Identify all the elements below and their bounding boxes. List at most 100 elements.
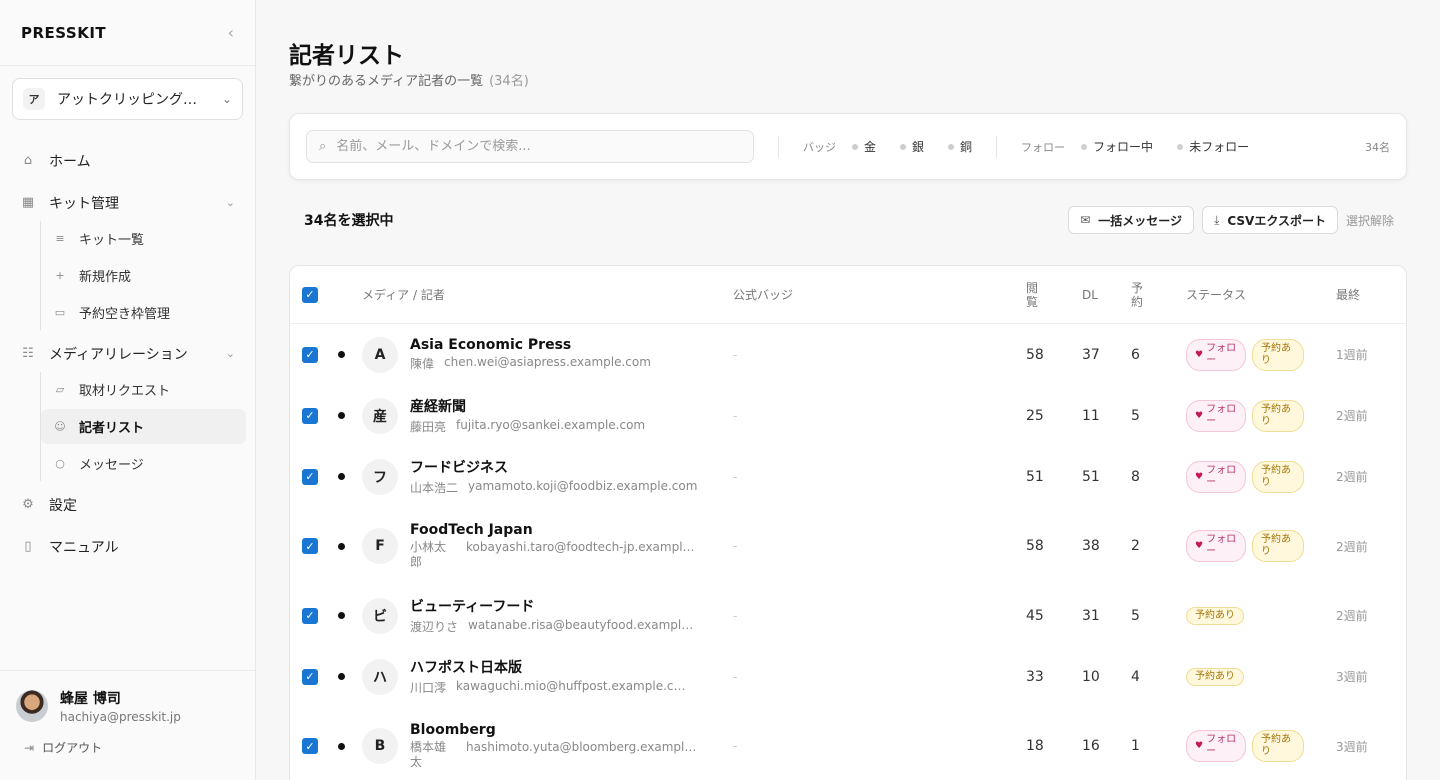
table-row[interactable]: ✓ フフードビジネス 山本浩二 yamamoto.koji@foodbiz.examp…: [290, 446, 1406, 507]
chip-label: フォロー中: [1093, 140, 1154, 154]
dl-cell: 10: [1082, 668, 1100, 685]
gear-icon: ⚙: [22, 497, 34, 512]
reserved-pill: 予約あり: [1252, 530, 1304, 562]
chevron-left-icon[interactable]: ‹: [228, 23, 234, 42]
sidebar-item-label: ホーム: [49, 153, 91, 170]
table-row[interactable]: ✓ A Asia Economic Press 陳偉 chen.wei@asiapres…: [290, 324, 1406, 385]
sidebar-item-label: キット管理: [49, 195, 119, 212]
col-reservations[interactable]: 予 約: [1131, 266, 1143, 324]
sidebar-item-reporters[interactable]: ☺ 記者リスト: [41, 409, 246, 444]
sidebar-item-manual[interactable]: ▯ マニュアル: [0, 528, 255, 565]
last-activity-cell: 3週前: [1336, 739, 1368, 754]
reporter-name: 小林太郎: [410, 540, 447, 569]
filter-following[interactable]: フォロー中: [1081, 138, 1153, 155]
reservations-cell: 2: [1131, 538, 1140, 554]
org-switcher[interactable]: ア アットクリッピング株式会社 ⌄: [12, 78, 243, 120]
clear-selection-button[interactable]: 選択解除: [1346, 212, 1394, 229]
col-dl[interactable]: DL: [1082, 266, 1098, 324]
row-checkbox[interactable]: ✓: [302, 346, 318, 363]
reporter-email: fujita.ryo@sankei.example.com: [456, 418, 646, 432]
csv-export-button[interactable]: ⤓ CSVエクスポート: [1202, 206, 1338, 234]
filter-badge-bronze[interactable]: 銅: [948, 138, 972, 155]
table-row[interactable]: ✓ 産産経新聞 藤田亮 fujita.ryo@sankei.example.com - 2…: [290, 385, 1406, 446]
sidebar-item-label: 新規作成: [79, 270, 132, 285]
logout-button[interactable]: ⇥ ログアウト: [0, 724, 255, 756]
media-name[interactable]: ハフポスト日本版: [410, 657, 688, 677]
sidebar-item-label: メッセージ: [79, 458, 144, 473]
media-name[interactable]: 産経新聞: [410, 396, 645, 416]
pill-label: フォロー: [1206, 342, 1237, 366]
table-row[interactable]: ✓ ビビューティーフード 渡辺りさ watanabe.risa@beautyfood.…: [290, 585, 1406, 646]
list-icon: ≡: [55, 232, 65, 245]
bulk-message-button[interactable]: ✉ 一括メッセージ: [1068, 206, 1195, 234]
grid-icon: ▦: [21, 195, 35, 210]
status-dot: [338, 612, 345, 619]
col-views[interactable]: 閲 覧: [1026, 266, 1038, 324]
pill-label: 予約あり: [1261, 734, 1291, 757]
row-checkbox[interactable]: ✓: [302, 538, 318, 554]
reservations-cell: 5: [1131, 407, 1140, 424]
row-checkbox[interactable]: ✓: [302, 407, 318, 424]
chevron-down-icon: ⌄: [221, 92, 232, 106]
user-name: 蜂屋 博司: [60, 691, 121, 707]
user-profile[interactable]: 蜂屋 博司 hachiya@presskit.jp: [0, 671, 255, 724]
sidebar-item-messages[interactable]: ○ メッセージ: [41, 446, 246, 481]
filter-badge-gold[interactable]: 金: [852, 138, 876, 155]
views-cell: 58: [1026, 346, 1044, 363]
media-name[interactable]: FoodTech Japan: [410, 522, 698, 538]
table-row[interactable]: ✓ ハハフポスト日本版 川口澪 kawaguchi.mio@huffpost.exam…: [290, 646, 1406, 707]
sidebar-item-home[interactable]: ⌂ ホーム: [0, 142, 255, 179]
pill-label: 予約あり: [1195, 609, 1235, 621]
sidebar-item-kit[interactable]: ▦ キット管理 ⌄: [0, 184, 255, 221]
media-name[interactable]: フードビジネス: [410, 457, 697, 477]
users-group-icon: ☷: [22, 346, 34, 361]
badge-cell: -: [733, 739, 738, 753]
media-name[interactable]: Bloomberg: [410, 722, 698, 738]
sidebar-nav: ⌂ ホーム ▦ キット管理 ⌄ ≡ キット一覧 + 新規作成 ▭ 予約空き枠管理…: [0, 142, 255, 565]
select-all-checkbox[interactable]: ✓: [302, 287, 318, 303]
subtitle-count: (34名): [489, 74, 529, 89]
sidebar-item-settings[interactable]: ⚙ 設定: [0, 486, 255, 523]
media-avatar-cell: A: [362, 324, 398, 385]
last-activity-cell: 1週前: [1336, 348, 1368, 362]
col-status[interactable]: ステータス: [1186, 266, 1246, 324]
sidebar-item-kit-new[interactable]: + 新規作成: [41, 258, 246, 293]
search-box[interactable]: ⌕: [306, 130, 754, 163]
row-checkbox[interactable]: ✓: [302, 607, 318, 624]
col-badge[interactable]: 公式バッジ: [733, 266, 793, 324]
badge-cell: -: [733, 469, 738, 484]
table-row[interactable]: ✓ B Bloomberg 橋本雄太 hashimoto.yuta@bloomberg.…: [290, 707, 1406, 780]
media-avatar: B: [362, 728, 398, 764]
filter-not-following[interactable]: 未フォロー: [1177, 138, 1249, 155]
sidebar-item-requests[interactable]: ▱ 取材リクエスト: [41, 372, 246, 407]
sidebar-header: PRESSKIT ‹: [0, 0, 255, 66]
media-name[interactable]: Asia Economic Press: [410, 337, 651, 353]
chip-label: 未フォロー: [1189, 140, 1250, 154]
col-media[interactable]: メディア / 記者: [362, 266, 445, 324]
filter-bar: ⌕ バッジ 金 銀 銅 フォロー フォロー中 未フォロー 34名: [289, 113, 1407, 180]
badge-cell: -: [733, 669, 738, 684]
status-dot: [338, 351, 345, 358]
status-dot: [338, 742, 345, 750]
search-input[interactable]: [336, 139, 737, 154]
filter-badge-silver[interactable]: 銀: [900, 138, 924, 155]
status-cell: ♥ フォロー 予約あり: [1186, 446, 1310, 507]
sidebar-item-media[interactable]: ☷ メディアリレーション ⌄: [0, 335, 255, 372]
row-checkbox[interactable]: ✓: [302, 668, 318, 685]
badge-filter-label: バッジ: [803, 140, 836, 154]
last-activity-cell: 3週前: [1336, 670, 1368, 684]
row-checkbox[interactable]: ✓: [302, 738, 318, 754]
sidebar: PRESSKIT ‹ ア アットクリッピング株式会社 ⌄ ⌂ ホーム ▦ キット…: [0, 0, 256, 780]
page-title: 記者リスト: [289, 43, 404, 69]
media-name[interactable]: ビューティーフード: [410, 596, 700, 616]
last-activity-cell: 2週前: [1336, 470, 1368, 484]
sidebar-item-kit-slots[interactable]: ▭ 予約空き枠管理: [41, 295, 246, 330]
table-row[interactable]: ✓ F FoodTech Japan 小林太郎 kobayashi.taro@foodt…: [290, 507, 1406, 585]
status-cell: ♥ フォロー 予約あり: [1186, 385, 1310, 446]
reservations-cell: 1: [1131, 738, 1140, 754]
follow-pill: ♥ フォロー: [1186, 399, 1246, 432]
sidebar-item-kit-list[interactable]: ≡ キット一覧: [41, 221, 246, 256]
reservations-cell: 6: [1131, 346, 1140, 363]
col-last[interactable]: 最終: [1336, 266, 1360, 324]
row-checkbox[interactable]: ✓: [302, 468, 318, 485]
